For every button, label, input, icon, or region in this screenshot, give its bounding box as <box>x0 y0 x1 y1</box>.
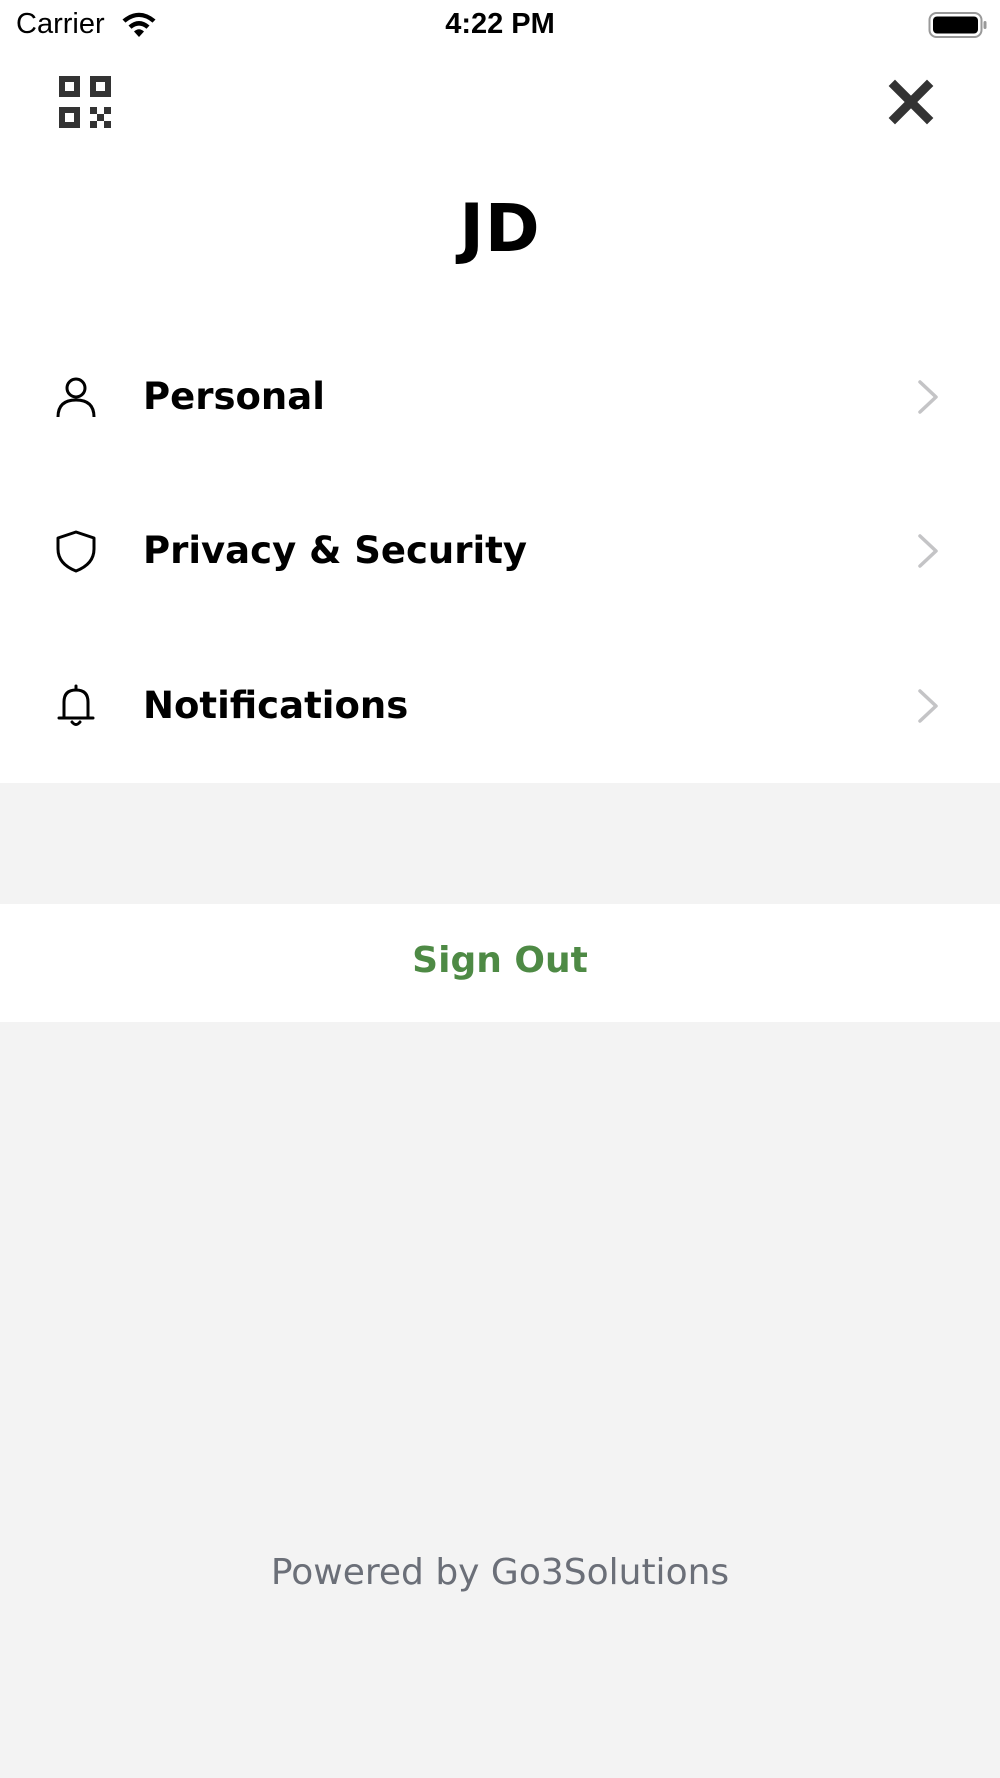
chevron-right-icon <box>918 380 938 414</box>
menu-item-label: Privacy & Security <box>143 529 527 572</box>
shield-icon <box>56 530 96 573</box>
close-icon[interactable] <box>888 79 934 125</box>
user-initials: JD <box>459 190 541 267</box>
menu-item-personal[interactable]: Personal <box>0 337 1000 457</box>
bell-icon <box>57 684 95 726</box>
powered-by-footer: Powered by Go3Solutions <box>270 1552 730 1593</box>
person-icon <box>56 377 96 418</box>
menu-item-privacy-security[interactable]: Privacy & Security <box>0 491 1000 611</box>
sign-out-label: Sign Out <box>412 940 588 981</box>
battery-icon <box>928 12 987 38</box>
chevron-right-icon <box>918 689 938 723</box>
chevron-right-icon <box>918 534 938 568</box>
menu-item-label: Personal <box>143 375 325 418</box>
profile-panel: JD Personal Privacy & Security Notificat… <box>0 50 1000 783</box>
status-bar: Carrier 4:22 PM <box>0 0 1000 50</box>
menu-item-notifications[interactable]: Notifications <box>0 646 1000 766</box>
menu-item-label: Notifications <box>143 684 409 727</box>
qr-code-icon[interactable] <box>59 76 111 128</box>
sign-out-button[interactable]: Sign Out <box>0 904 1000 1022</box>
clock: 4:22 PM <box>445 8 555 40</box>
